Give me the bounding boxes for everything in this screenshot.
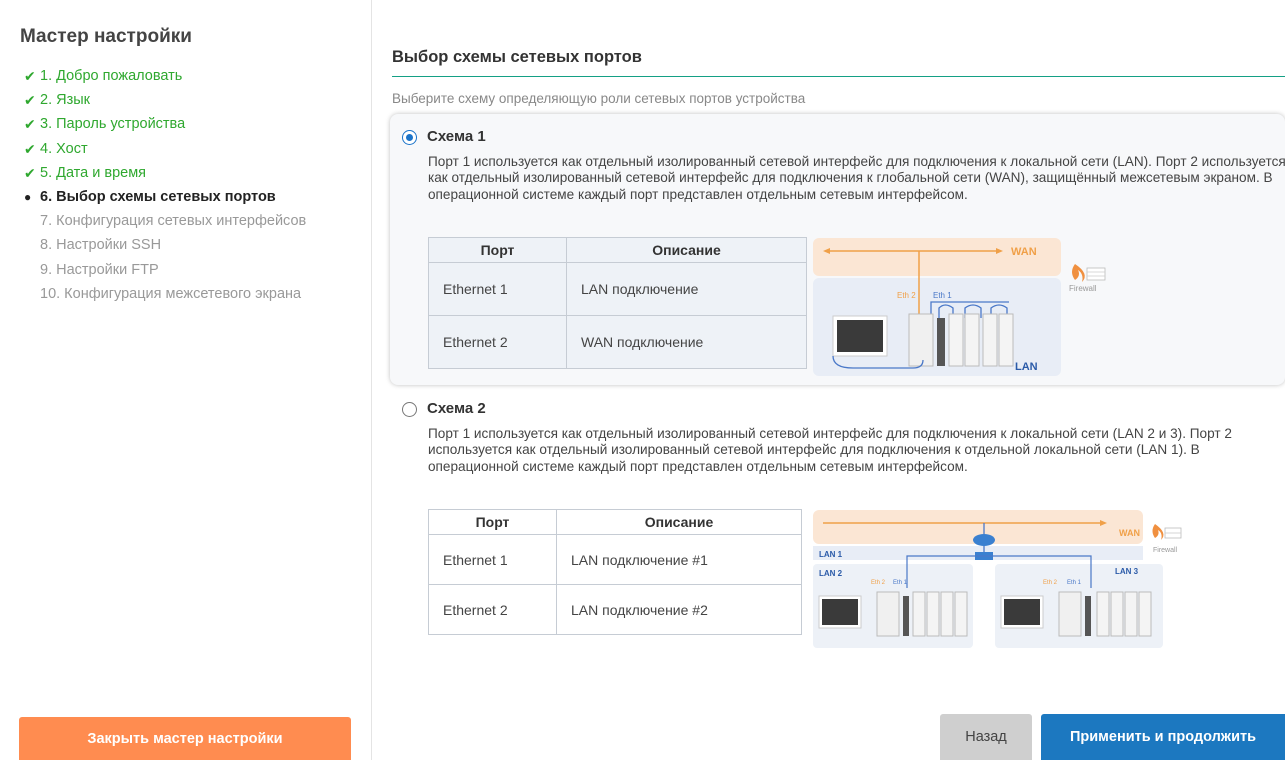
port-cell: Ethernet 1	[428, 262, 567, 316]
step-label: 8. Настройки SSH	[40, 237, 162, 254]
description-cell: LAN подключение #1	[556, 534, 802, 585]
scheme-1-card[interactable]: Схема 1 Порт 1 используется как отдельны…	[390, 114, 1285, 385]
step-ftp: 9. Настройки FTP	[24, 258, 306, 282]
table-row: Ethernet 2 WAN подключение	[428, 315, 807, 369]
wizard-steps-list: ✔ 1. Добро пожаловать ✔ 2. Язык ✔ 3. Пароль…	[24, 64, 306, 306]
step-firewall: 10. Конфигурация межсетевого экрана	[24, 282, 306, 306]
apply-continue-button[interactable]: Применить и продолжить	[1041, 714, 1285, 760]
eth2-label: Eth 2	[871, 580, 886, 586]
column-header-port: Порт	[428, 237, 567, 263]
wan-label: WAN	[1119, 528, 1140, 538]
eth1-label: Eth 1	[933, 291, 952, 300]
checkmark-icon: ✔	[24, 164, 36, 181]
step-port-scheme[interactable]: ● 6. Выбор схемы сетевых портов	[24, 185, 306, 209]
lan-label: LAN	[1015, 361, 1038, 373]
firewall-label: Firewall	[1069, 284, 1097, 293]
column-header-description: Описание	[566, 237, 807, 263]
description-cell: LAN подключение #2	[556, 584, 802, 635]
checkmark-icon: ✔	[24, 92, 36, 109]
table-header-row: Порт Описание	[428, 509, 802, 535]
scheme-1-description: Порт 1 используется как отдельный изолир…	[428, 154, 1285, 202]
scheme-2-card[interactable]: Схема 2 Порт 1 используется как отдельны…	[390, 390, 1285, 660]
title-divider	[392, 76, 1285, 77]
scheme-1-ports-table: Порт Описание Ethernet 1 LAN подключение…	[428, 237, 807, 369]
scheme-2-diagram: WAN Firewall LAN 1 LAN 2 LAN 3 Eth 2 Eth…	[813, 508, 1285, 648]
step-label: 1. Добро пожаловать	[40, 68, 183, 84]
table-row: Ethernet 2 LAN подключение #2	[428, 584, 802, 635]
column-header-port: Порт	[428, 509, 557, 535]
scheme-1-diagram: WAN Firewall Eth 2 Eth 1 LAN	[813, 238, 1123, 376]
step-welcome[interactable]: ✔ 1. Добро пожаловать	[24, 64, 306, 88]
description-cell: LAN подключение	[566, 262, 807, 316]
eth1-label: Eth 1	[1067, 580, 1082, 586]
firewall-icon	[1072, 264, 1106, 282]
lan2-label: LAN 2	[819, 569, 843, 578]
checkmark-icon: ✔	[24, 68, 36, 84]
port-cell: Ethernet 2	[428, 584, 557, 635]
step-label: 9. Настройки FTP	[40, 261, 159, 278]
step-ssh: 8. Настройки SSH	[24, 233, 306, 257]
step-label: 3. Пароль устройства	[40, 116, 186, 133]
wizard-sidebar: Мастер настройки ✔ 1. Добро пожаловать ✔ 2…	[0, 0, 372, 760]
step-label: 6. Выбор схемы сетевых портов	[40, 189, 276, 206]
step-label: 5. Дата и время	[40, 164, 147, 181]
step-host[interactable]: ✔ 4. Хост	[24, 137, 306, 161]
step-label: 2. Язык	[40, 92, 91, 109]
step-device-password[interactable]: ✔ 3. Пароль устройства	[24, 112, 306, 136]
back-button[interactable]: Назад	[940, 714, 1032, 760]
checkmark-icon: ✔	[24, 140, 36, 157]
table-row: Ethernet 1 LAN подключение	[428, 262, 807, 316]
page-title: Выбор схемы сетевых портов	[392, 48, 642, 66]
close-wizard-button[interactable]: Закрыть мастер настройки	[19, 717, 351, 760]
column-header-description: Описание	[556, 509, 802, 535]
scheme-2-name: Схема 2	[427, 400, 486, 417]
firewall-icon	[1152, 524, 1182, 540]
scheme-1-radio[interactable]	[402, 130, 417, 145]
eth2-label: Eth 2	[1043, 580, 1058, 586]
table-row: Ethernet 1 LAN подключение #1	[428, 534, 802, 585]
scheme-1-name: Схема 1	[427, 128, 486, 145]
description-cell: WAN подключение	[566, 315, 807, 369]
checkmark-icon: ✔	[24, 116, 36, 133]
scheme-2-radio[interactable]	[402, 402, 417, 417]
wan-label: WAN	[1011, 246, 1037, 258]
step-language[interactable]: ✔ 2. Язык	[24, 88, 306, 112]
eth1-label: Eth 1	[893, 580, 908, 586]
bullet-icon: ●	[24, 190, 32, 205]
lan3-label: LAN 3	[1115, 567, 1139, 576]
step-network-interfaces: 7. Конфигурация сетевых интерфейсов	[24, 209, 306, 233]
step-label: 4. Хост	[40, 140, 88, 157]
port-cell: Ethernet 1	[428, 534, 557, 585]
eth2-label: Eth 2	[897, 291, 916, 300]
port-cell: Ethernet 2	[428, 315, 567, 369]
step-label: 10. Конфигурация межсетевого экрана	[40, 285, 302, 302]
scheme-2-ports-table: Порт Описание Ethernet 1 LAN подключение…	[428, 509, 802, 635]
page-subtitle: Выберите схему определяющую роли сетевых…	[392, 91, 806, 106]
lan1-label: LAN 1	[819, 550, 843, 559]
scheme-2-description: Порт 1 используется как отдельный изолир…	[428, 426, 1232, 474]
firewall-label: Firewall	[1153, 547, 1178, 554]
sidebar-title: Мастер настройки	[20, 26, 192, 47]
step-date-time[interactable]: ✔ 5. Дата и время	[24, 161, 306, 185]
table-header-row: Порт Описание	[428, 237, 807, 263]
step-label: 7. Конфигурация сетевых интерфейсов	[40, 213, 307, 230]
